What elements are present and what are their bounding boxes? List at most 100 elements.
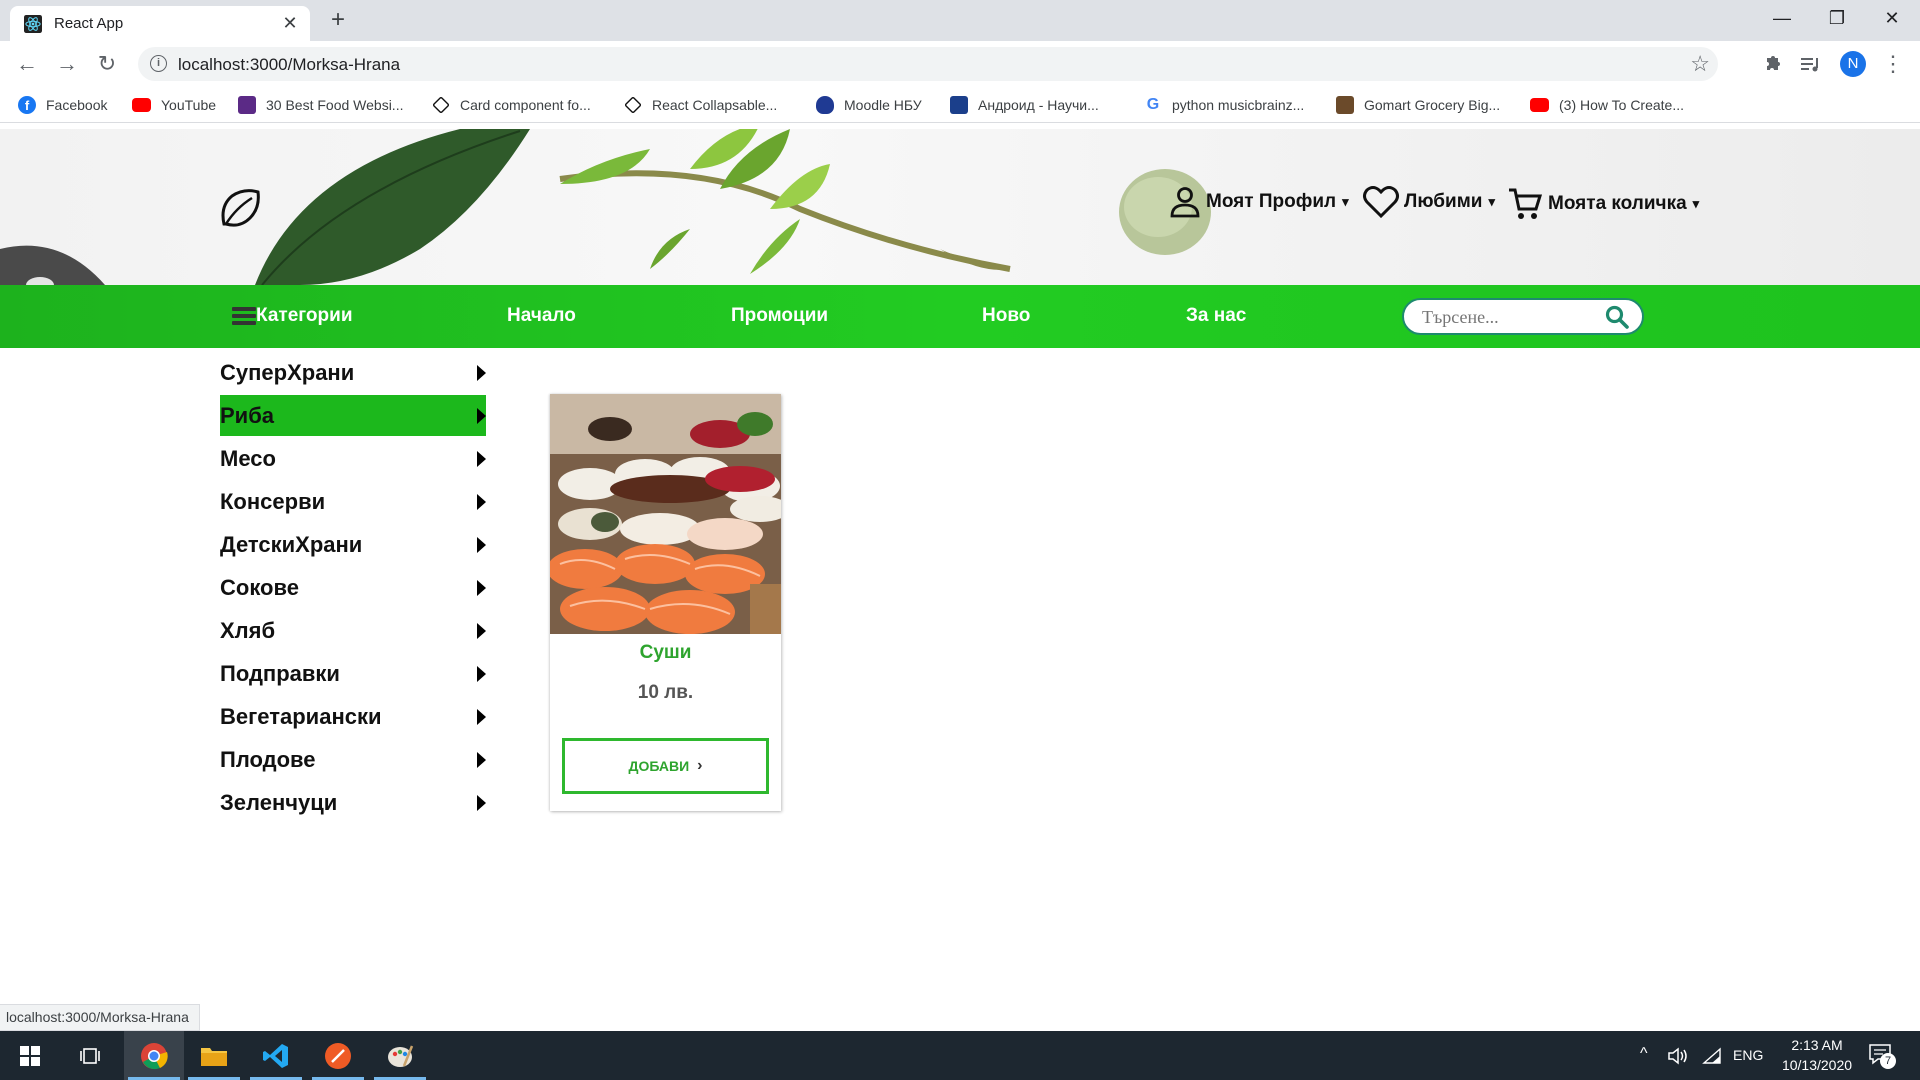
taskbar-chrome[interactable]: [124, 1031, 184, 1080]
category-meat[interactable]: Месо: [220, 437, 486, 480]
category-fruits[interactable]: Плодове: [220, 738, 486, 781]
favorites-menu[interactable]: Любими ▾: [1362, 185, 1495, 219]
bookmark-codepen-2[interactable]: React Collapsable...: [624, 94, 777, 116]
bookmark-facebook[interactable]: f Facebook: [18, 94, 107, 116]
clock-time[interactable]: 2:13 AM: [1774, 1037, 1860, 1053]
chrome-icon: [141, 1042, 168, 1069]
reload-icon[interactable]: ↻: [94, 51, 120, 77]
site-icon: [950, 96, 968, 114]
search-input[interactable]: [1422, 306, 1592, 328]
taskbar-paint[interactable]: [370, 1031, 430, 1080]
info-icon[interactable]: i: [150, 55, 167, 72]
colorlib-icon: [238, 96, 256, 114]
heart-icon: [1363, 186, 1399, 219]
my-cart-menu[interactable]: Моята количка ▾: [1506, 185, 1699, 223]
my-profile-label: Моят Профил: [1206, 191, 1337, 212]
bookmark-youtube-2[interactable]: (3) How To Create...: [1530, 94, 1684, 116]
product-card: Суши 10 лв. ДОБАВИ ›: [550, 394, 781, 811]
media-icon[interactable]: [1796, 50, 1824, 78]
logo-icon[interactable]: [218, 186, 262, 230]
nav-home[interactable]: Начало: [507, 305, 576, 327]
category-fish[interactable]: Риба: [220, 395, 486, 436]
clock-date[interactable]: 10/13/2020: [1774, 1057, 1860, 1073]
bookmark-label: Card component fo...: [460, 97, 591, 113]
notifications-button[interactable]: 7: [1868, 1043, 1896, 1069]
product-image[interactable]: [550, 394, 781, 634]
volume-icon[interactable]: [1667, 1047, 1689, 1065]
new-tab-button[interactable]: +: [326, 8, 350, 32]
add-to-cart-button[interactable]: ДОБАВИ ›: [562, 738, 769, 794]
hamburger-icon[interactable]: [232, 307, 256, 325]
category-juices[interactable]: Сокове: [220, 566, 486, 609]
category-label: ДетскиХрани: [220, 531, 363, 557]
close-tab-icon[interactable]: ✕: [280, 13, 300, 33]
nav-about[interactable]: За нас: [1186, 305, 1246, 327]
bookmark-youtube[interactable]: YouTube: [132, 94, 216, 116]
browser-toolbar: ← → ↻ i localhost:3000/Morksa-Hrana ☆ N …: [0, 41, 1920, 87]
product-name[interactable]: Суши: [550, 642, 781, 664]
bookmark-gomart[interactable]: Gomart Grocery Big...: [1336, 94, 1500, 116]
search-icon[interactable]: [1604, 304, 1630, 330]
category-label: Сокове: [220, 574, 299, 600]
cart-icon: [1509, 188, 1543, 219]
url-text[interactable]: localhost:3000/Morksa-Hrana: [178, 55, 400, 75]
bookmark-codepen-1[interactable]: Card component fo...: [432, 94, 591, 116]
search-box: [1402, 298, 1644, 335]
arrow-right-icon: [477, 708, 486, 725]
browser-titlebar: React App ✕ + — ❐ ✕: [0, 0, 1920, 41]
back-icon[interactable]: ←: [14, 51, 40, 77]
bookmark-label: React Collapsable...: [652, 97, 778, 113]
windows-taskbar: ^ ENG 2:13 AM 10/13/2020 7: [0, 1031, 1920, 1080]
codepen-icon: [432, 96, 450, 114]
nav-promotions[interactable]: Промоции: [731, 305, 828, 327]
moodle-icon: [816, 96, 834, 114]
taskbar-file-explorer[interactable]: [184, 1031, 244, 1080]
bookmark-android[interactable]: Андроид - Научи...: [950, 94, 1099, 116]
arrow-right-icon: [477, 751, 486, 768]
bookmark-label: 30 Best Food Websi...: [266, 97, 404, 113]
category-spices[interactable]: Подправки: [220, 652, 486, 695]
taskbar-postman[interactable]: [308, 1031, 368, 1080]
task-view-button[interactable]: [60, 1031, 120, 1080]
facebook-icon: f: [18, 96, 36, 114]
category-bread[interactable]: Хляб: [220, 609, 486, 652]
arrow-right-icon: [477, 450, 486, 467]
status-url-bubble: localhost:3000/Morksa-Hrana: [0, 1004, 200, 1031]
task-view-icon: [80, 1047, 100, 1064]
tray-chevron-up-icon[interactable]: ^: [1640, 1045, 1648, 1063]
arrow-right-icon: [477, 622, 486, 639]
maximize-button[interactable]: ❐: [1822, 6, 1852, 30]
taskbar-vscode[interactable]: [246, 1031, 306, 1080]
bookmark-star-icon[interactable]: ☆: [1690, 51, 1710, 77]
favorites-label: Любими: [1404, 191, 1483, 212]
category-vegetarian[interactable]: Вегетариански: [220, 695, 486, 738]
product-price: 10 лв.: [637, 682, 694, 703]
minimize-button[interactable]: —: [1767, 6, 1797, 30]
windows-icon: [20, 1045, 40, 1066]
chevron-right-icon: ›: [697, 757, 703, 774]
wifi-icon[interactable]: [1702, 1047, 1722, 1065]
category-canned[interactable]: Консерви: [220, 480, 486, 523]
browser-tab[interactable]: React App ✕: [10, 6, 310, 41]
nav-new[interactable]: Ново: [982, 305, 1030, 327]
nav-categories[interactable]: Категории: [256, 305, 353, 327]
close-window-button[interactable]: ✕: [1877, 6, 1907, 30]
start-button[interactable]: [0, 1031, 60, 1080]
profile-avatar[interactable]: N: [1840, 51, 1866, 77]
category-baby-food[interactable]: ДетскиХрани: [220, 523, 486, 566]
forward-icon[interactable]: →: [54, 51, 80, 77]
category-label: Плодове: [220, 746, 316, 772]
my-profile-menu[interactable]: Моят Профил ▾: [1168, 185, 1349, 219]
bookmark-moodle[interactable]: Moodle НБУ: [816, 94, 922, 116]
language-indicator[interactable]: ENG: [1733, 1047, 1763, 1063]
menu-dots-icon[interactable]: ⋮: [1880, 51, 1906, 77]
bookmark-google[interactable]: G python musicbrainz...: [1144, 94, 1305, 116]
main-nav: Категории Начало Промоции Ново За нас: [0, 285, 1920, 348]
gomart-icon: [1336, 96, 1354, 114]
extensions-icon[interactable]: [1758, 50, 1786, 78]
arrow-right-icon: [477, 493, 486, 510]
address-bar[interactable]: i localhost:3000/Morksa-Hrana ☆: [138, 47, 1718, 81]
category-superfoods[interactable]: СуперХрани: [220, 351, 486, 394]
bookmark-colorlib[interactable]: 30 Best Food Websi...: [238, 94, 403, 116]
category-vegetables[interactable]: Зеленчуци: [220, 781, 486, 824]
